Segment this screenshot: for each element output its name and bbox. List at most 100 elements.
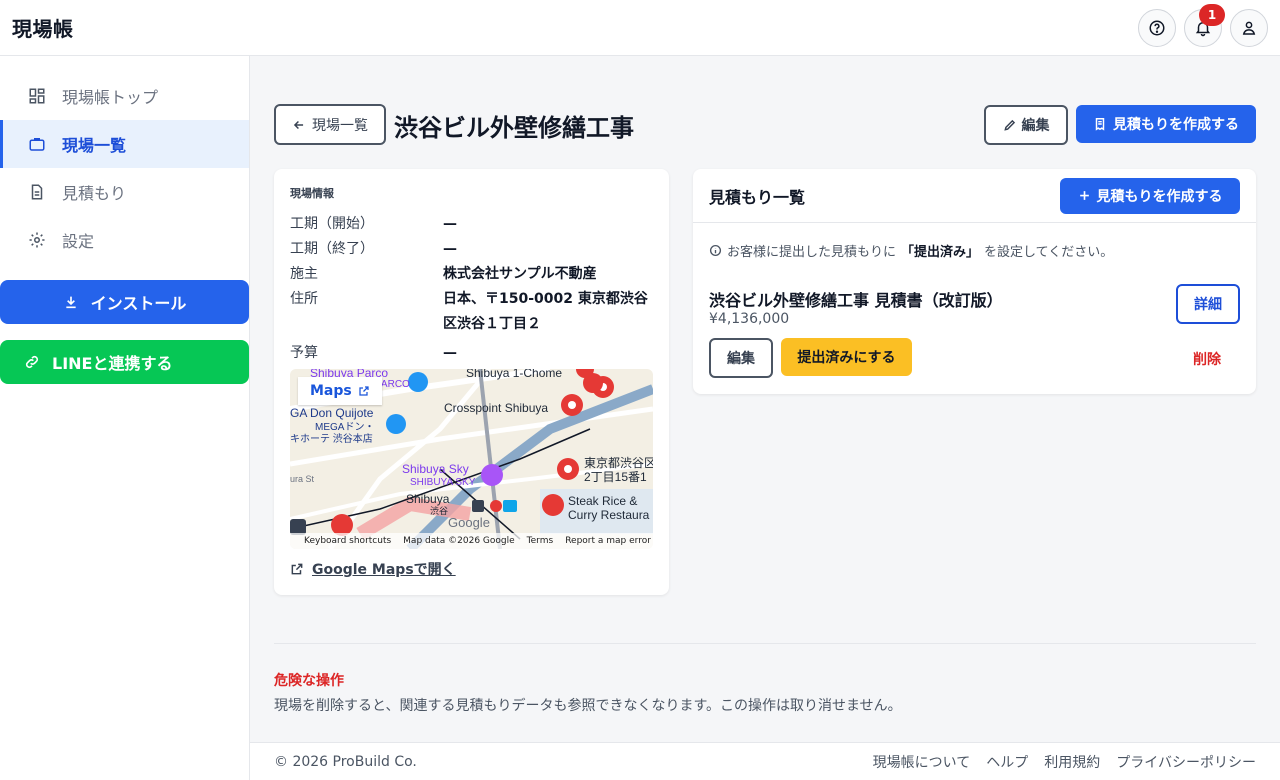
line-connect-button[interactable]: LINEと連携する bbox=[0, 340, 249, 384]
map-label-don-sub: MEGAドン・ bbox=[315, 422, 374, 433]
google-maps-link-label: Google Mapsで開く bbox=[312, 562, 456, 578]
estimate-detail-button[interactable]: 詳細 bbox=[1176, 284, 1240, 324]
back-to-sites-button[interactable]: 現場一覧 bbox=[274, 104, 386, 145]
map-label-steak1: Steak Rice & bbox=[568, 494, 637, 508]
hint-prefix: お客様に提出した見積もりに bbox=[727, 245, 897, 260]
estimate-item-amount: ¥4,136,000 bbox=[709, 311, 790, 327]
map-label-don-sub2: キホーテ 渋谷本店 bbox=[290, 432, 373, 445]
estimates-card: 見積もり一覧 見積もりを作成する お客様に提出した見積もりに 「提出済み」 を設… bbox=[693, 169, 1256, 394]
map-label-sky: Shibuya Sky bbox=[402, 462, 469, 476]
external-link-icon bbox=[359, 386, 369, 396]
estimate-delete-button[interactable]: 削除 bbox=[1193, 349, 1221, 369]
map-label-crosspoint: Crosspoint Shibuya bbox=[444, 401, 548, 415]
notification-badge: 1 bbox=[1199, 3, 1225, 26]
mark-submitted-button[interactable]: 提出済みにする bbox=[781, 338, 912, 376]
info-key: 住所 bbox=[290, 291, 318, 307]
info-value: 株式会社サンプル不動産 bbox=[443, 266, 597, 282]
sidebar-item-label: 現場一覧 bbox=[62, 136, 127, 155]
map-embed[interactable]: Shibuya Parco PARCO GA Don Quijote MEGAド… bbox=[290, 369, 653, 549]
map-label-don: GA Don Quijote bbox=[290, 406, 374, 420]
edit-label: 編集 bbox=[1021, 118, 1050, 134]
create-estimate-button[interactable]: 見積もりを作成する bbox=[1076, 105, 1256, 143]
danger-zone-title: 危険な操作 bbox=[274, 673, 344, 689]
document-icon bbox=[31, 184, 43, 200]
map-data-credit: Map data ©2026 Google bbox=[403, 536, 515, 546]
top-actions: 1 bbox=[1138, 3, 1268, 47]
footer-link-privacy[interactable]: プライバシーポリシー bbox=[1116, 752, 1256, 772]
estimate-edit-button[interactable]: 編集 bbox=[709, 338, 773, 378]
info-row-budget: 予算 — bbox=[290, 344, 653, 362]
estimates-title: 見積もり一覧 bbox=[709, 187, 806, 207]
danger-zone-description: 現場を削除すると、関連する見積もりデータも参照できなくなります。この操作は取り消… bbox=[274, 698, 902, 714]
open-in-maps-chip[interactable]: Maps bbox=[298, 377, 382, 405]
sidebar-item-label: 現場帳トップ bbox=[62, 88, 159, 107]
external-link-icon bbox=[291, 563, 303, 575]
info-row-address: 住所 日本、〒150-0002 東京都渋谷区渋谷１丁目２ bbox=[290, 290, 653, 337]
sidebar-item-label: 見積もり bbox=[62, 184, 127, 203]
pencil-icon bbox=[1003, 119, 1015, 131]
back-label: 現場一覧 bbox=[312, 117, 368, 134]
info-row-client: 施主 株式会社サンプル不動産 bbox=[290, 265, 653, 283]
user-icon bbox=[1242, 21, 1256, 35]
main-content: 現場一覧 渋谷ビル外壁修繕工事 編集 見積もりを作成する 現場情報 工期（開始）… bbox=[250, 56, 1280, 780]
map-label-chome: Shibuya 1-Chome bbox=[466, 369, 562, 380]
briefcase-icon bbox=[29, 138, 45, 151]
info-value: — bbox=[443, 241, 457, 257]
map-label-street: ura St bbox=[290, 474, 315, 484]
footer-link-help[interactable]: ヘルプ bbox=[986, 752, 1028, 772]
map-terms[interactable]: Terms bbox=[527, 536, 554, 546]
map-attribution: Keyboard shortcuts Map data ©2026 Google… bbox=[290, 533, 653, 549]
map-keyboard-shortcuts[interactable]: Keyboard shortcuts bbox=[304, 536, 391, 546]
gear-icon bbox=[29, 232, 45, 248]
map-label-address1: 東京都渋谷区 bbox=[584, 456, 653, 470]
notifications-button[interactable]: 1 bbox=[1184, 3, 1225, 47]
map-label-address2: 2丁目15番1 bbox=[584, 470, 647, 484]
page-title: 渋谷ビル外壁修繕工事 bbox=[394, 114, 634, 142]
estimates-create-button[interactable]: 見積もりを作成する bbox=[1060, 177, 1240, 214]
hint-suffix: を設定してください。 bbox=[984, 245, 1114, 260]
info-value: — bbox=[443, 216, 457, 232]
map-report-error[interactable]: Report a map error bbox=[565, 536, 651, 546]
edit-site-button[interactable]: 編集 bbox=[984, 105, 1068, 145]
map-label-sky-sub: SHIBUYA SKY bbox=[410, 477, 476, 488]
info-icon bbox=[709, 244, 722, 257]
plus-icon bbox=[1079, 191, 1089, 200]
account-button[interactable] bbox=[1230, 8, 1268, 47]
help-button[interactable] bbox=[1138, 8, 1176, 47]
maps-chip-label: Maps bbox=[310, 383, 352, 399]
sidebar-item-estimates[interactable]: 見積もり bbox=[0, 168, 249, 216]
install-button[interactable]: インストール bbox=[0, 280, 249, 324]
footer-link-terms[interactable]: 利用規約 bbox=[1044, 752, 1100, 772]
line-label: LINEと連携する bbox=[52, 354, 173, 373]
info-value: — bbox=[443, 345, 457, 361]
info-row-start: 工期（開始） — bbox=[290, 215, 653, 233]
top-bar: 現場帳 1 bbox=[0, 0, 1280, 56]
footer: © 2026 ProBuild Co. 現場帳について ヘルプ 利用規約 プライ… bbox=[250, 742, 1280, 780]
app-title[interactable]: 現場帳 bbox=[12, 13, 74, 42]
sidebar: 現場帳トップ 現場一覧 見積もり 設定 インストール LINEと連携する bbox=[0, 56, 250, 780]
receipt-icon bbox=[1095, 118, 1105, 131]
sidebar-item-settings[interactable]: 設定 bbox=[0, 216, 249, 264]
footer-links: 現場帳について ヘルプ 利用規約 プライバシーポリシー bbox=[873, 752, 1256, 772]
estimates-create-label: 見積もりを作成する bbox=[1096, 188, 1223, 205]
estimate-item-title: 渋谷ビル外壁修繕工事 見積書（改訂版） bbox=[709, 291, 1003, 310]
install-label: インストール bbox=[90, 294, 187, 313]
estimates-header: 見積もり一覧 見積もりを作成する bbox=[693, 169, 1256, 223]
section-divider bbox=[274, 643, 1256, 644]
info-key: 工期（終了） bbox=[290, 241, 374, 257]
download-icon bbox=[65, 296, 76, 309]
sidebar-item-sites[interactable]: 現場一覧 bbox=[0, 120, 249, 168]
estimates-hint: お客様に提出した見積もりに 「提出済み」 を設定してください。 bbox=[693, 223, 1256, 260]
map-label-shibuya: Shibuya bbox=[406, 492, 450, 506]
info-key: 予算 bbox=[290, 345, 318, 361]
info-key: 施主 bbox=[290, 266, 318, 282]
help-icon bbox=[1149, 20, 1165, 35]
open-google-maps-link[interactable]: Google Mapsで開く bbox=[290, 559, 653, 579]
hint-bold: 「提出済み」 bbox=[901, 245, 980, 260]
site-info-card: 現場情報 工期（開始） — 工期（終了） — 施主 株式会社サンプル不動産 住所… bbox=[274, 169, 669, 595]
footer-link-about[interactable]: 現場帳について bbox=[873, 752, 971, 772]
map-label-steak2: Curry Restaura bbox=[568, 508, 650, 522]
sidebar-item-top[interactable]: 現場帳トップ bbox=[0, 72, 249, 120]
dashboard-icon bbox=[29, 88, 45, 104]
sidebar-item-label: 設定 bbox=[62, 232, 95, 251]
